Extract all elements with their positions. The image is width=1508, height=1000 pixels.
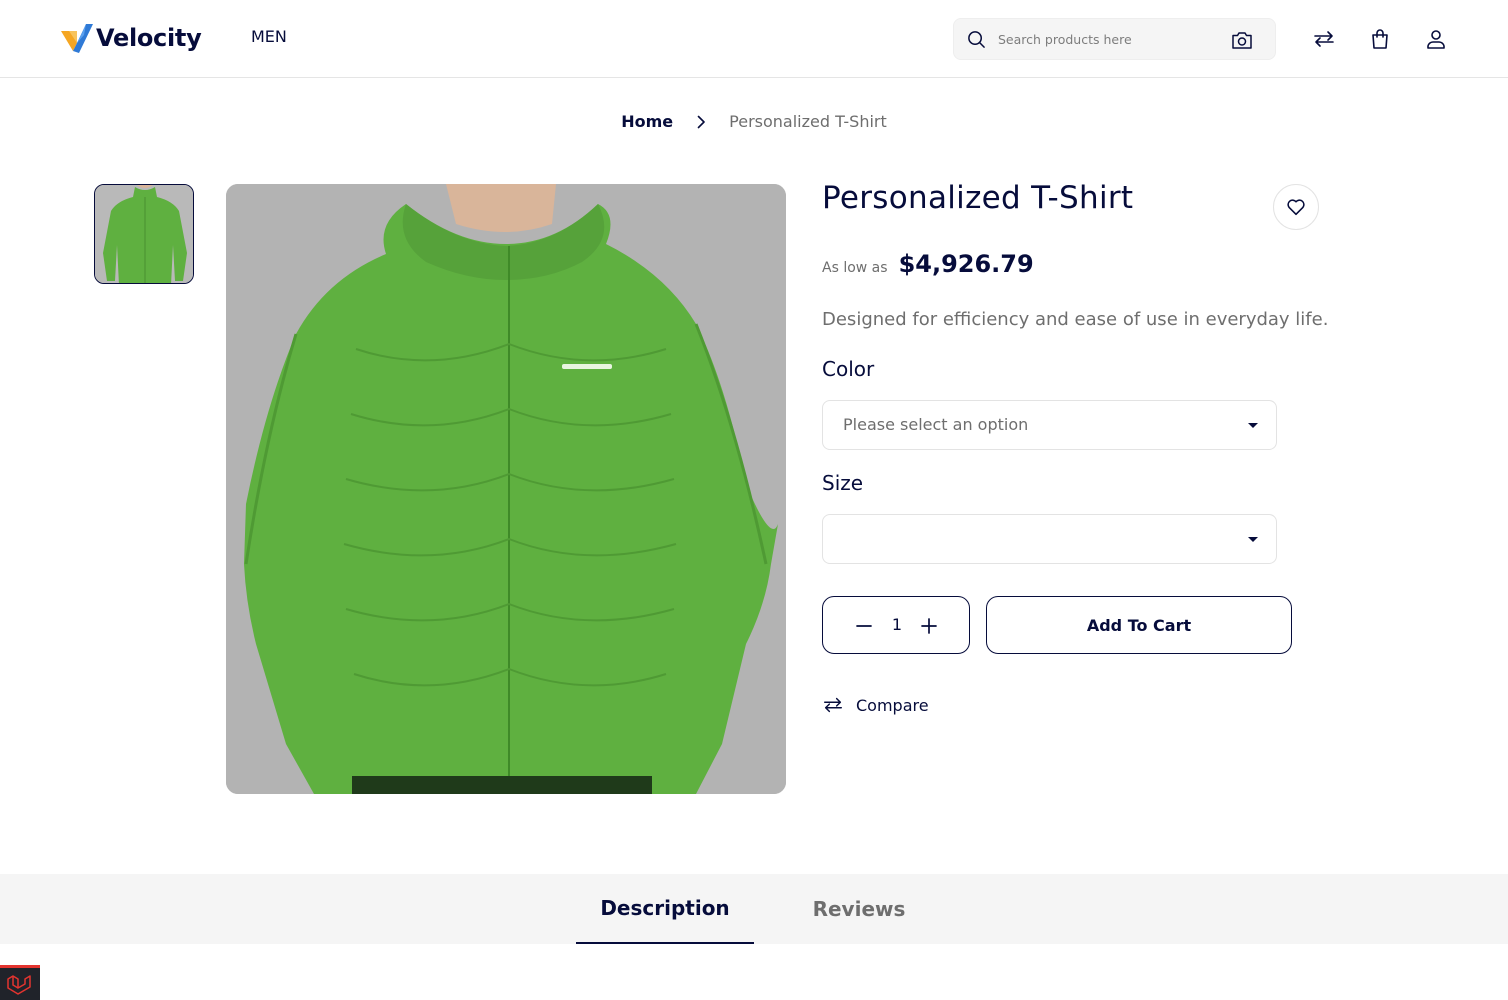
color-select[interactable]: Please select an option [822,400,1277,450]
product-price: $4,926.79 [898,250,1034,278]
laravel-logo-icon [7,975,31,995]
product-title: Personalized T-Shirt [822,180,1134,216]
brand-name: Velocity [96,24,202,52]
caret-down-icon [1248,423,1258,428]
quantity-stepper: 1 [822,596,970,654]
account-icon[interactable] [1424,27,1448,51]
wishlist-button[interactable] [1273,184,1319,230]
camera-icon[interactable] [1231,30,1253,50]
breadcrumb: Home Personalized T-Shirt [0,112,1508,131]
site-header: Velocity MEN [0,0,1508,78]
product-main-image[interactable] [226,184,786,794]
cart-icon[interactable] [1368,27,1392,51]
minus-icon[interactable] [855,617,873,635]
compare-icon [824,697,842,713]
product-tabs: Description Reviews [0,874,1508,944]
heart-icon [1287,199,1305,216]
quantity-value[interactable]: 1 [885,615,909,634]
compare-icon[interactable] [1312,27,1336,51]
price-label: As low as [822,260,888,276]
jacket-thumbnail-image [95,185,193,283]
compare-label: Compare [856,695,929,715]
add-to-cart-button[interactable]: Add To Cart [986,596,1292,654]
nav-item-men[interactable]: MEN [251,27,287,46]
size-select[interactable] [822,514,1277,564]
product-thumbnail[interactable] [94,184,194,284]
caret-down-icon [1248,537,1258,542]
search-icon[interactable] [967,30,986,49]
green-jacket-image [226,184,786,794]
breadcrumb-home[interactable]: Home [621,112,673,131]
tab-reviews[interactable]: Reviews [786,874,932,944]
debug-toolbar-toggle[interactable] [0,965,40,1000]
velocity-logo-icon [61,24,93,53]
plus-icon[interactable] [920,617,938,635]
search-bar [953,18,1276,60]
tab-description[interactable]: Description [576,874,754,944]
search-input[interactable] [998,19,1228,59]
product-short-description: Designed for efficiency and ease of use … [822,309,1329,330]
color-select-value: Please select an option [843,415,1029,434]
brand-logo[interactable]: Velocity [60,20,202,56]
breadcrumb-current: Personalized T-Shirt [729,112,887,131]
chevron-right-icon [697,115,705,128]
compare-link[interactable]: Compare [822,694,929,716]
size-label: Size [822,471,864,495]
color-label: Color [822,357,875,381]
price-row: As low as $4,926.79 [822,250,1034,278]
